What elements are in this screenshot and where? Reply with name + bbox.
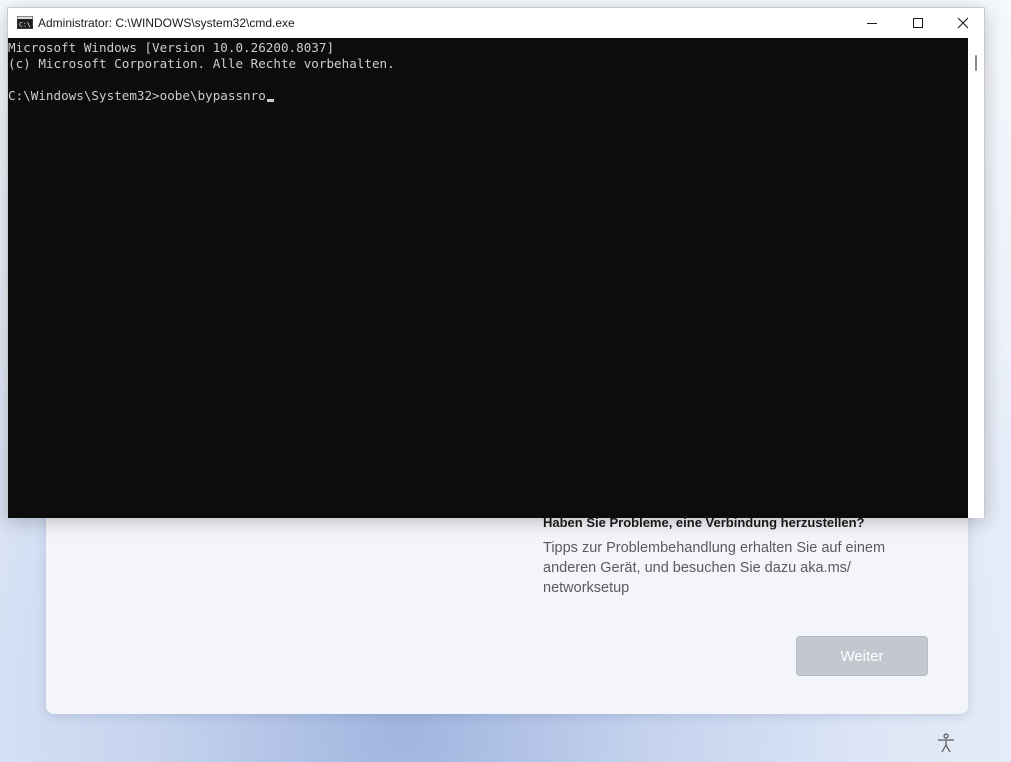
cmd-window[interactable]: C:\ Administrator: C:\WINDOWS\system32\c…: [7, 7, 985, 518]
scrollbar-thumb[interactable]: [975, 55, 977, 71]
close-icon: [957, 17, 969, 29]
accessibility-icon[interactable]: [935, 732, 957, 754]
console-text: Microsoft Windows [Version 10.0.26200.80…: [8, 40, 395, 104]
text-cursor: [266, 99, 274, 102]
minimize-button[interactable]: [849, 8, 895, 38]
console-output[interactable]: Microsoft Windows [Version 10.0.26200.80…: [8, 38, 968, 518]
console-prompt-line[interactable]: C:\Windows\System32>oobe\bypassnro: [8, 88, 395, 104]
svg-text:C:\: C:\: [19, 21, 31, 29]
cmd-icon: C:\: [17, 16, 33, 29]
vertical-scrollbar[interactable]: [968, 38, 984, 518]
window-title: Administrator: C:\WINDOWS\system32\cmd.e…: [38, 16, 295, 30]
console-command: C:\Windows\System32>oobe\bypassnro: [8, 88, 266, 103]
console-line: Microsoft Windows [Version 10.0.26200.80…: [8, 40, 335, 55]
maximize-button[interactable]: [895, 8, 941, 38]
troubleshooting-section: Haben Sie Probleme, eine Verbindung herz…: [543, 515, 903, 598]
troubleshooting-text: Tipps zur Problembehandlung erhalten Sie…: [543, 540, 886, 596]
close-button[interactable]: [940, 8, 986, 38]
next-button[interactable]: Weiter: [796, 636, 928, 676]
minimize-icon: [867, 23, 877, 24]
console-line: (c) Microsoft Corporation. Alle Rechte v…: [8, 56, 395, 71]
title-bar[interactable]: C:\ Administrator: C:\WINDOWS\system32\c…: [8, 8, 984, 38]
maximize-icon: [913, 18, 923, 28]
